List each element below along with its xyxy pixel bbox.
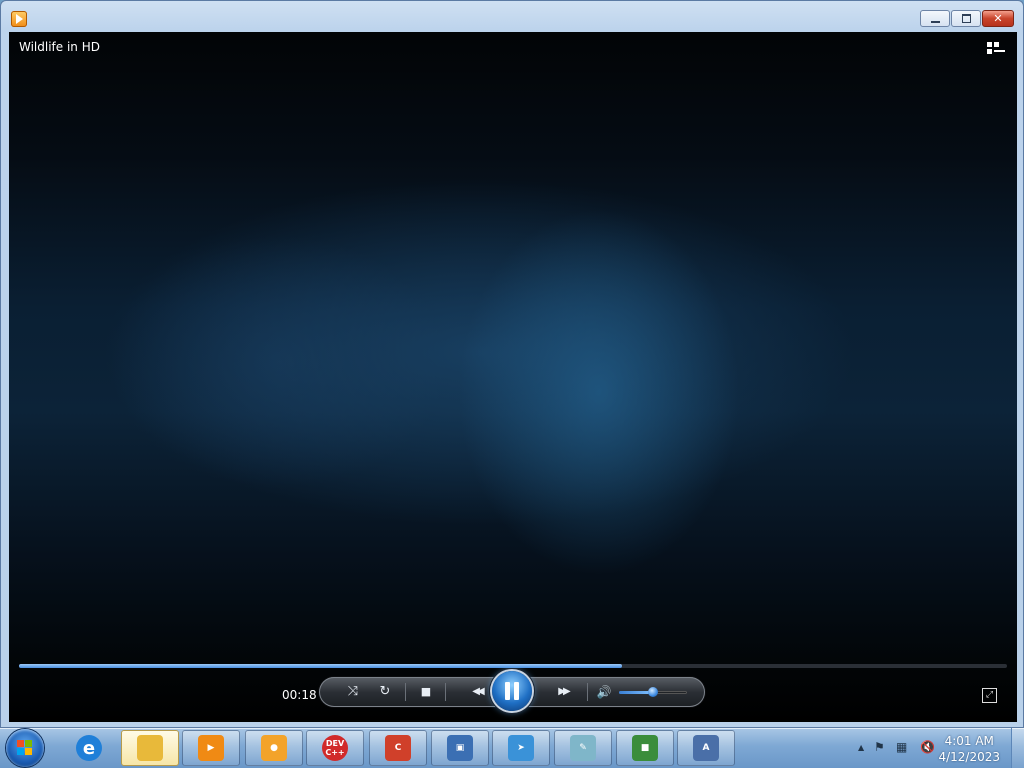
ccleaner-icon: C (385, 735, 411, 761)
notepad-icon: ✎ (570, 735, 596, 761)
avg-antivirus-icon: ■ (632, 735, 658, 761)
caption-buttons: ✕ (919, 10, 1014, 27)
taskbar-item-telegram[interactable]: ➤ (492, 730, 550, 766)
control-divider (445, 683, 446, 701)
telegram-icon: ➤ (508, 735, 534, 761)
seek-bar-progress (19, 664, 622, 668)
taskbar-item-avg-antivirus[interactable]: ■ (616, 730, 674, 766)
next-icon[interactable]: ▶▶ (541, 683, 585, 701)
playback-controls: ⤨ ↻ ■ ◀◀ ▶▶ 🔊 (319, 671, 705, 711)
pause-icon-bar (514, 682, 519, 700)
windows-logo-icon-pane (25, 748, 32, 755)
taskbar-item-dev-cpp[interactable]: DEV C++ (306, 730, 364, 766)
switch-to-library-icon[interactable] (987, 40, 1005, 56)
action-center-flag-icon[interactable]: ⚑ (874, 740, 885, 754)
video-area[interactable]: Wildlife in HD 00:18 ⤨ ↻ ■ ◀◀ ▶▶ 🔊 ⤢ (9, 32, 1017, 722)
minimize-icon (930, 20, 940, 23)
windows-logo-icon-pane (25, 740, 32, 747)
shuffle-icon[interactable]: ⤨ (343, 683, 363, 701)
now-playing-title: Wildlife in HD (19, 40, 100, 54)
taskbar-item-notepad[interactable]: ✎ (554, 730, 612, 766)
windows-logo-icon (17, 740, 33, 756)
volume-muted-icon[interactable]: 🔇 (920, 740, 935, 754)
control-divider (587, 683, 588, 701)
pause-button[interactable] (492, 671, 532, 711)
volume-slider-thumb[interactable] (648, 687, 658, 697)
switch-to-library-icon-part (994, 50, 1005, 52)
minimize-button[interactable] (920, 10, 950, 27)
stop-icon[interactable]: ■ (416, 683, 436, 701)
media-player-icon[interactable] (11, 11, 27, 27)
seek-bar[interactable] (19, 664, 1007, 668)
speaker-icon[interactable]: 🔊 (594, 683, 614, 701)
network-icon[interactable]: ▦ (896, 740, 907, 754)
control-divider (405, 683, 406, 701)
taskbar-item-font-viewer[interactable]: A (677, 730, 735, 766)
pause-icon-bar (505, 682, 510, 700)
restore-icon (961, 14, 971, 23)
taskbar-item-internet-explorer[interactable]: e (60, 730, 118, 766)
switch-to-library-icon-part (987, 42, 992, 47)
remote-desktop-icon: ▣ (447, 735, 473, 761)
windows-logo-icon-pane (17, 740, 24, 747)
windows-logo-icon-pane (17, 748, 24, 755)
windows-media-player-icon: ▶ (198, 735, 224, 761)
fullscreen-icon[interactable]: ⤢ (982, 688, 997, 703)
taskbar-item-windows-media-player[interactable]: ▶ (182, 730, 240, 766)
dev-cpp-icon: DEV C++ (322, 735, 348, 761)
avast-secureline-icon: ● (261, 735, 287, 761)
internet-explorer-icon: e (76, 735, 102, 761)
close-button[interactable]: ✕ (982, 10, 1014, 27)
taskbar-item-remote-desktop[interactable]: ▣ (431, 730, 489, 766)
taskbar-item-avast-secureline[interactable]: ● (245, 730, 303, 766)
close-icon: ✕ (993, 12, 1003, 25)
taskbar-item-ccleaner[interactable]: C (369, 730, 427, 766)
taskbar-item-windows-explorer[interactable] (121, 730, 179, 766)
pause-icon (505, 682, 519, 700)
volume-slider[interactable] (619, 687, 687, 697)
clock-date: 4/12/2023 (938, 750, 1000, 764)
switch-to-library-icon-part (994, 42, 999, 47)
font-viewer-icon: A (693, 735, 719, 761)
show-hidden-icons-icon[interactable]: ▲ (858, 743, 864, 752)
system-clock[interactable]: 4:01 AM 4/12/2023 (938, 733, 1000, 765)
media-player-window: ✕ Wildlife in HD 00:18 ⤨ ↻ ■ ◀◀ ▶▶ 🔊 ⤢ (0, 0, 1024, 728)
restore-button[interactable] (951, 10, 981, 27)
elapsed-time: 00:18 (282, 688, 317, 702)
switch-to-library-icon-part (987, 49, 992, 54)
clock-time: 4:01 AM (944, 734, 994, 748)
windows-explorer-icon (137, 735, 163, 761)
show-desktop-button[interactable] (1011, 728, 1024, 768)
start-button[interactable] (6, 729, 44, 767)
notification-area: ▲ ⚑ ▦ 🔇 4:01 AM 4/12/2023 (840, 728, 1024, 768)
taskbar: e ▶ ● DEV C++ C ▣ ➤ ✎ ■ A ▲ ⚑ ▦ 🔇 4:01 AM 4/12/20… (0, 728, 1024, 768)
repeat-icon[interactable]: ↻ (375, 683, 395, 701)
